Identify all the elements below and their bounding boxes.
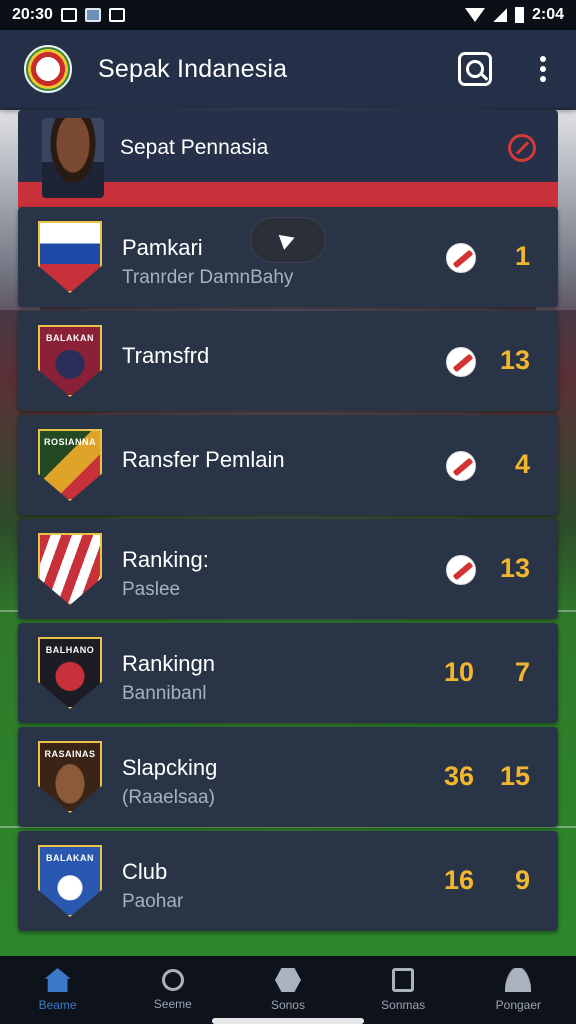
list-item-subtitle: Bannibanl — [122, 683, 207, 704]
list-item[interactable]: BALAKAN Tramsfrd 13 — [18, 311, 558, 411]
flag-icon[interactable] — [446, 347, 476, 377]
status-bar: 20:30 2:04 — [0, 0, 576, 30]
list-item-value: 36 — [443, 761, 474, 791]
block-icon[interactable] — [508, 134, 536, 162]
club-crest-icon: BALAKAN — [38, 845, 102, 917]
play-icon — [278, 230, 298, 250]
list-item[interactable]: RASAINAS Slapcking (Raaelsaa) 36 15 — [18, 727, 558, 827]
crest-label: RASAINAS — [44, 749, 96, 759]
nav-item-sonos[interactable]: Sonos — [233, 968, 343, 1012]
club-crest-icon: ROSIANNA — [38, 429, 102, 501]
hexagon-icon — [274, 968, 301, 992]
list-item-value: 15 — [499, 761, 530, 791]
flag-icon[interactable] — [446, 243, 476, 273]
page-title: Sepak Indanesia — [98, 54, 288, 83]
club-crest-icon: RASAINAS — [38, 741, 102, 813]
club-crest-icon — [38, 533, 102, 605]
notification-icon — [60, 8, 77, 22]
list-item-value: 7 — [514, 657, 530, 687]
list-item-value: 1 — [514, 241, 530, 271]
list-item-subtitle: (Raaelsaa) — [122, 787, 215, 808]
list-item-title: Ranking: — [122, 547, 209, 572]
list-item[interactable]: Pamkari Tranrder DamnBahy 1 — [18, 207, 558, 307]
search-button[interactable] — [458, 52, 492, 86]
list-item[interactable]: Ranking: Paslee 13 — [18, 519, 558, 619]
user-icon — [505, 968, 532, 992]
home-indicator[interactable] — [212, 1018, 364, 1024]
nav-item-search[interactable]: Seeme — [118, 969, 228, 1011]
more-vertical-icon-dot — [540, 66, 546, 72]
crest-label: BALAKAN — [46, 333, 94, 343]
document-icon — [392, 968, 415, 992]
status-time: 20:30 — [12, 6, 53, 23]
nav-label: Beame — [38, 998, 77, 1012]
list-item-title: Slapcking — [122, 755, 218, 780]
nav-item-sonmas[interactable]: Sonmas — [348, 968, 458, 1012]
list-item-value: 10 — [443, 657, 474, 687]
crest-label: BALHANO — [45, 645, 95, 655]
list-item-subtitle: Paohar — [122, 891, 184, 912]
list-item-title: Tramsfrd — [122, 343, 210, 368]
list-item[interactable]: ROSIANNA Ransfer Pemlain 4 — [18, 415, 558, 515]
crest-label: BALAKAN — [46, 853, 94, 863]
club-list: Pamkari Tranrder DamnBahy 1 BALAKAN Tram… — [18, 207, 558, 935]
nav-label: Seeme — [153, 997, 192, 1011]
club-crest-icon: BALHANO — [38, 637, 102, 709]
nav-label: Pongaer — [495, 998, 542, 1012]
list-item-title: Club — [122, 859, 168, 884]
list-item-value: 13 — [499, 345, 530, 375]
nav-item-home[interactable]: Beame — [3, 968, 113, 1012]
search-icon — [466, 60, 484, 78]
more-vertical-icon-dot — [540, 76, 546, 82]
list-item-value: 9 — [514, 865, 530, 895]
nav-item-profile[interactable]: Pongaer — [463, 968, 573, 1012]
list-item-value: 16 — [443, 865, 474, 895]
list-item[interactable]: BALAKAN Club Paohar 16 9 — [18, 831, 558, 931]
notification-icon — [108, 8, 125, 22]
nav-label: Sonos — [270, 998, 305, 1012]
flag-icon[interactable] — [446, 555, 476, 585]
list-item[interactable]: BALHANO Rankingn Bannibanl 10 7 — [18, 623, 558, 723]
search-icon — [161, 969, 184, 991]
app-bar: Sepak Indanesia — [0, 30, 576, 108]
club-crest-icon: BALAKAN — [38, 325, 102, 397]
notification-icon — [84, 8, 101, 22]
bottom-navigation: Beame Seeme Sonos Sonmas Pongaer — [0, 956, 576, 1024]
home-icon — [44, 968, 71, 992]
club-logo-icon[interactable] — [24, 45, 72, 93]
nav-label: Sonmas — [381, 998, 426, 1012]
more-options-button[interactable] — [534, 52, 552, 86]
list-item-title: Pamkari — [122, 235, 203, 260]
list-item-subtitle: Tranrder DamnBahy — [122, 267, 294, 288]
battery-icon — [514, 7, 524, 23]
list-item-value: 13 — [499, 553, 530, 583]
player-avatar — [42, 118, 104, 198]
list-item-value: 4 — [514, 449, 530, 479]
play-button[interactable] — [250, 217, 326, 263]
more-vertical-icon — [540, 56, 546, 62]
featured-card[interactable]: Sepat Pennasia — [18, 110, 558, 210]
list-item-title: Rankingn — [122, 651, 215, 676]
crest-label: ROSIANNA — [43, 437, 96, 447]
wifi-icon — [464, 8, 485, 22]
list-item-subtitle: Paslee — [122, 579, 181, 600]
featured-title: Sepat Pennasia — [120, 136, 269, 159]
status-right-text: 2:04 — [531, 6, 564, 23]
flag-icon[interactable] — [446, 451, 476, 481]
signal-icon — [492, 8, 507, 22]
club-crest-icon — [38, 221, 102, 293]
list-item-title: Ransfer Pemlain — [122, 447, 285, 472]
